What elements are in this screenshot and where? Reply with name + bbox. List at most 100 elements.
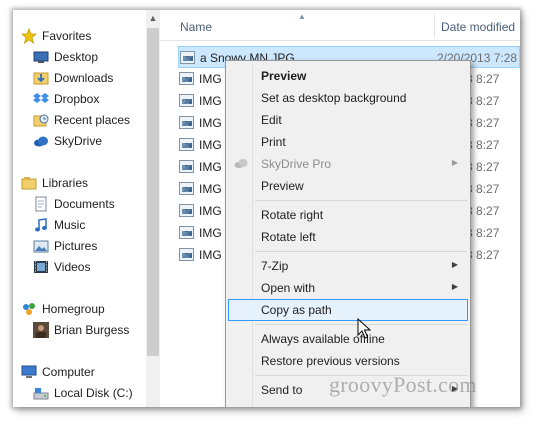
image-file-icon bbox=[179, 138, 194, 151]
nav-item-music[interactable]: Music bbox=[33, 215, 85, 235]
nav-homegroup-label: Homegroup bbox=[42, 302, 105, 316]
column-divider[interactable] bbox=[434, 14, 435, 38]
menu-separator bbox=[255, 251, 467, 252]
menu-item-preview[interactable]: Preview bbox=[228, 175, 468, 197]
menu-item-label: Rotate right bbox=[261, 208, 324, 222]
file-name: IMG bbox=[199, 116, 222, 130]
nav-item-homegroup-user[interactable]: Brian Burgess bbox=[33, 320, 129, 340]
nav-item-label: Local Disk (C:) bbox=[54, 386, 133, 400]
skydrive-pro-icon bbox=[234, 157, 248, 169]
nav-libraries-label: Libraries bbox=[42, 176, 89, 190]
nav-libraries[interactable]: Libraries bbox=[21, 173, 88, 193]
star-icon bbox=[20, 27, 38, 44]
menu-item-restore-previous-versions[interactable]: Restore previous versions bbox=[228, 350, 468, 372]
explorer-window: Favorites Desktop Downloads Dropbox Rece… bbox=[13, 10, 520, 407]
navigation-pane: Favorites Desktop Downloads Dropbox Rece… bbox=[13, 10, 145, 407]
nav-item-pictures[interactable]: Pictures bbox=[33, 236, 97, 256]
music-icon bbox=[33, 217, 49, 233]
menu-item-label: Rotate left bbox=[261, 230, 316, 244]
menu-item-edit[interactable]: Edit bbox=[228, 109, 468, 131]
nav-favorites[interactable]: Favorites bbox=[20, 26, 91, 46]
submenu-arrow-icon: ▶ bbox=[451, 282, 458, 291]
menu-item-label: Print bbox=[261, 135, 286, 149]
videos-icon bbox=[33, 259, 49, 275]
nav-item-desktop[interactable]: Desktop bbox=[33, 47, 98, 67]
menu-item-label: Restore previous versions bbox=[261, 354, 400, 368]
file-name: IMG bbox=[199, 160, 222, 174]
mouse-pointer-icon bbox=[357, 318, 371, 339]
submenu-arrow-icon: ▶ bbox=[451, 158, 458, 167]
menu-separator bbox=[255, 200, 467, 201]
nav-item-label: Documents bbox=[54, 197, 115, 211]
column-name-header[interactable]: Name bbox=[180, 20, 212, 34]
menu-item-label: Preview bbox=[261, 69, 307, 83]
nav-item-recent-places[interactable]: Recent places bbox=[33, 110, 130, 130]
image-file-icon bbox=[179, 160, 194, 173]
skydrive-icon bbox=[33, 133, 49, 149]
homegroup-icon bbox=[21, 301, 37, 317]
nav-item-label: SkyDrive bbox=[54, 134, 103, 148]
nav-homegroup[interactable]: Homegroup bbox=[21, 299, 105, 319]
menu-item-print[interactable]: Print bbox=[228, 131, 468, 153]
image-file-icon bbox=[179, 72, 194, 85]
file-name: IMG bbox=[199, 138, 222, 152]
menu-item-label: SkyDrive Pro bbox=[261, 157, 332, 171]
nav-item-local-disk[interactable]: Local Disk (C:) bbox=[33, 383, 133, 403]
nav-item-label: Videos bbox=[54, 260, 91, 274]
file-name: IMG bbox=[199, 94, 222, 108]
sort-ascending-icon: ▲ bbox=[298, 12, 306, 21]
nav-item-documents[interactable]: Documents bbox=[33, 194, 115, 214]
image-file-icon bbox=[179, 182, 194, 195]
file-name: IMG bbox=[199, 248, 222, 262]
navigation-scrollbar[interactable]: ▲ bbox=[146, 10, 160, 407]
file-name: IMG bbox=[199, 72, 222, 86]
nav-item-label: Pictures bbox=[54, 239, 98, 253]
nav-computer-label: Computer bbox=[42, 365, 95, 379]
menu-item-label: 7-Zip bbox=[261, 259, 289, 273]
submenu-arrow-icon: ▶ bbox=[451, 260, 458, 269]
image-file-icon bbox=[180, 51, 195, 64]
pictures-icon bbox=[33, 238, 49, 254]
recent-places-icon bbox=[33, 112, 49, 128]
menu-item-rotate-left[interactable]: Rotate left bbox=[228, 226, 468, 248]
scroll-up-icon[interactable]: ▲ bbox=[146, 10, 160, 26]
file-name: IMG bbox=[199, 204, 222, 218]
menu-item-7zip[interactable]: 7-Zip ▶ bbox=[228, 255, 468, 277]
column-date-header[interactable]: Date modified bbox=[441, 20, 515, 34]
watermark: groovyPost.com bbox=[329, 372, 477, 397]
image-file-icon bbox=[179, 204, 194, 217]
image-file-icon bbox=[179, 94, 194, 107]
drive-icon bbox=[33, 385, 49, 401]
menu-item-open-with[interactable]: Open with ▶ bbox=[228, 277, 468, 299]
nav-item-label: Dropbox bbox=[54, 92, 100, 106]
nav-item-downloads[interactable]: Downloads bbox=[33, 68, 113, 88]
nav-item-videos[interactable]: Videos bbox=[33, 257, 90, 277]
context-menu: Preview Set as desktop background Edit P… bbox=[225, 60, 471, 407]
nav-item-dropbox[interactable]: Dropbox bbox=[33, 89, 99, 109]
menu-item-skydrive-pro[interactable]: SkyDrive Pro ▶ bbox=[228, 153, 468, 175]
file-name: IMG bbox=[199, 226, 222, 240]
nav-computer[interactable]: Computer bbox=[21, 362, 95, 382]
menu-item-label: Copy as path bbox=[261, 303, 332, 317]
nav-item-label: Downloads bbox=[54, 71, 114, 85]
image-file-icon bbox=[179, 248, 194, 261]
libraries-icon bbox=[21, 175, 37, 191]
nav-item-skydrive[interactable]: SkyDrive bbox=[33, 131, 102, 151]
menu-item-label: Edit bbox=[261, 113, 282, 127]
image-file-icon bbox=[179, 116, 194, 129]
menu-item-preview-default[interactable]: Preview bbox=[228, 65, 468, 87]
nav-item-label: Brian Burgess bbox=[54, 323, 130, 337]
file-name: IMG bbox=[199, 182, 222, 196]
menu-item-set-desktop-background[interactable]: Set as desktop background bbox=[228, 87, 468, 109]
menu-item-rotate-right[interactable]: Rotate right bbox=[228, 204, 468, 226]
image-file-icon bbox=[179, 226, 194, 239]
menu-item-always-available-offline[interactable]: Always available offline bbox=[228, 328, 468, 350]
nav-item-label: Desktop bbox=[54, 50, 99, 64]
desktop-icon bbox=[33, 49, 49, 65]
scrollbar-thumb[interactable] bbox=[147, 28, 159, 356]
menu-item-label: Send to bbox=[261, 383, 303, 397]
menu-item-label: Open with bbox=[261, 281, 316, 295]
dropbox-icon bbox=[33, 91, 49, 107]
menu-item-copy-as-path[interactable]: Copy as path bbox=[228, 299, 468, 321]
column-header: ▲ Name Date modified bbox=[160, 10, 520, 41]
